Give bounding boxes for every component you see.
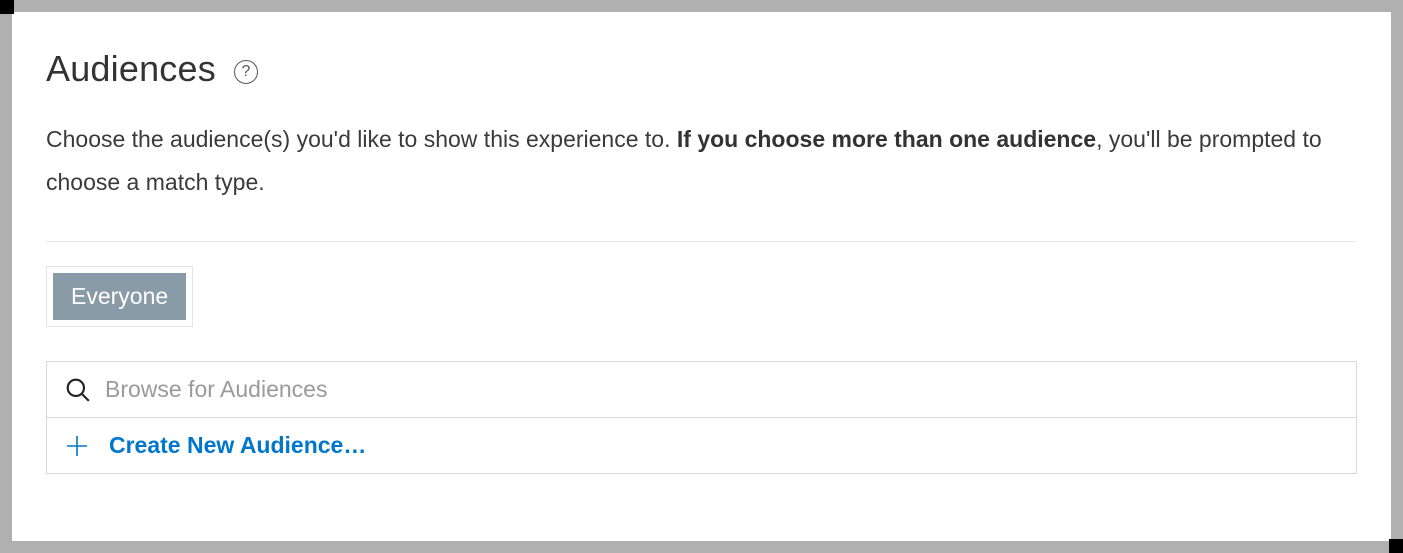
create-audience-button[interactable]: Create New Audience… — [47, 418, 1356, 473]
search-icon — [65, 377, 91, 403]
audiences-panel: Audiences ? Choose the audience(s) you'd… — [12, 12, 1391, 541]
header-row: Audiences ? — [46, 48, 1357, 90]
search-row[interactable] — [47, 362, 1356, 418]
selected-audience-container: Everyone — [46, 266, 193, 327]
help-icon[interactable]: ? — [234, 60, 258, 84]
divider — [46, 241, 1357, 242]
audience-chip-everyone[interactable]: Everyone — [53, 273, 186, 320]
audience-list-box: Create New Audience… — [46, 361, 1357, 474]
selection-corner-br — [1389, 539, 1403, 553]
page-title: Audiences — [46, 48, 216, 90]
search-input[interactable] — [105, 376, 1338, 403]
selection-corner-tl — [0, 0, 14, 14]
description-bold: If you choose more than one audience — [677, 126, 1096, 152]
create-audience-label: Create New Audience… — [109, 432, 366, 459]
plus-icon — [65, 434, 89, 458]
description-text: Choose the audience(s) you'd like to sho… — [46, 118, 1357, 203]
description-prefix: Choose the audience(s) you'd like to sho… — [46, 126, 677, 152]
